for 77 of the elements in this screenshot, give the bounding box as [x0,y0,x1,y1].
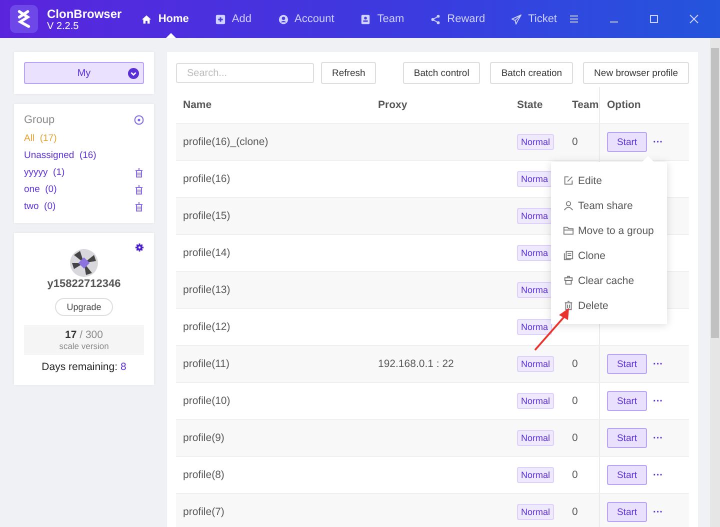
profile-name: profile(11) [183,358,230,370]
quota-count: 17 / 300 [65,329,103,341]
start-button[interactable]: Start [607,354,647,374]
more-button[interactable]: ··· [653,396,663,406]
group-item[interactable]: two (0) [24,201,56,212]
group-item[interactable]: one (0) [24,184,57,195]
profile-name: profile(8) [183,469,224,481]
profile-name: profile(12) [183,321,230,333]
group-title: Group [24,114,55,126]
nav-tab[interactable]: Home [130,0,200,38]
nav-tab[interactable]: Add [204,0,262,38]
menu-item[interactable]: Edite [551,168,667,193]
start-button[interactable]: Start [607,391,647,411]
username: y15822712346 [47,278,121,290]
profile-name: profile(14) [183,247,230,259]
state-badge: Norma [517,282,552,298]
state-badge: Normal [517,430,554,446]
more-button[interactable]: ··· [653,470,663,480]
state-badge: Normal [517,504,554,520]
state-badge: Normal [517,467,554,483]
toolbar-button[interactable]: Batch creation [490,62,574,84]
more-button[interactable]: ··· [653,136,663,148]
state-badge: Norma [517,245,552,261]
column-header: Option [599,87,689,123]
toolbar-button[interactable]: New browser profile [583,62,689,84]
state-badge: Normal [517,393,554,409]
team-count: 0 [572,506,578,518]
start-button[interactable]: Start [607,428,647,448]
profile-name: profile(13) [183,284,230,296]
profile-name: profile(10) [183,395,230,407]
team-count: 0 [572,358,578,370]
search-field[interactable]: Search... [176,63,314,83]
menu-item[interactable]: Move to a group [551,218,667,243]
more-button[interactable]: ··· [653,506,663,518]
state-badge: Norma [517,208,552,224]
profile-name: profile(16)_(clone) [183,136,268,148]
profile-name: profile(9) [183,432,224,444]
plan-name: scale version [59,341,109,351]
refresh-button[interactable]: Refresh [321,62,376,84]
toolbar-button[interactable]: Batch control [402,62,480,84]
state-badge: Normal [517,356,554,372]
state-badge: Norma [517,319,552,335]
scope-dropdown[interactable]: My [24,62,144,84]
column-header: Name [182,98,213,113]
menu-item[interactable]: Delete [551,293,667,318]
team-count: 0 [572,395,578,407]
more-button[interactable]: ··· [653,432,663,444]
nav-tab[interactable]: Team [349,0,416,38]
team-count: 0 [572,432,578,444]
profile-name: profile(7) [183,506,224,518]
proxy-address: 192.168.0.1 : 22 [378,358,454,370]
nav-tab[interactable]: Reward [419,0,496,38]
team-count: 0 [572,469,578,481]
start-button[interactable]: Start [607,132,647,152]
column-header: Proxy [377,98,408,113]
column-header: Team [571,98,599,113]
nav-tab[interactable]: Account [266,0,346,38]
days-label: Days remaining: [42,361,118,373]
app-version: V 2.2.5 [47,20,80,32]
upgrade-button[interactable]: Upgrade [54,298,114,316]
menu-item[interactable]: Clear cache [551,268,667,293]
more-button[interactable]: ··· [653,358,663,370]
nav-tab[interactable]: Ticket [500,0,568,38]
profile-name: profile(15) [183,210,230,222]
start-button[interactable]: Start [607,465,647,485]
days-count: 8 [120,361,126,373]
start-button[interactable]: Start [607,502,647,522]
group-item[interactable]: yyyyy (1) [24,167,65,178]
column-header: State [516,98,544,113]
state-badge: Normal [517,134,554,150]
menu-item[interactable]: Clone [551,243,667,268]
app-name: ClonBrowser [47,6,122,20]
profile-name: profile(16) [183,173,230,185]
team-count: 0 [572,136,578,148]
group-item[interactable]: Unassigned (16) [24,150,96,161]
menu-item[interactable]: Team share [551,193,667,218]
state-badge: Norma [517,171,552,187]
